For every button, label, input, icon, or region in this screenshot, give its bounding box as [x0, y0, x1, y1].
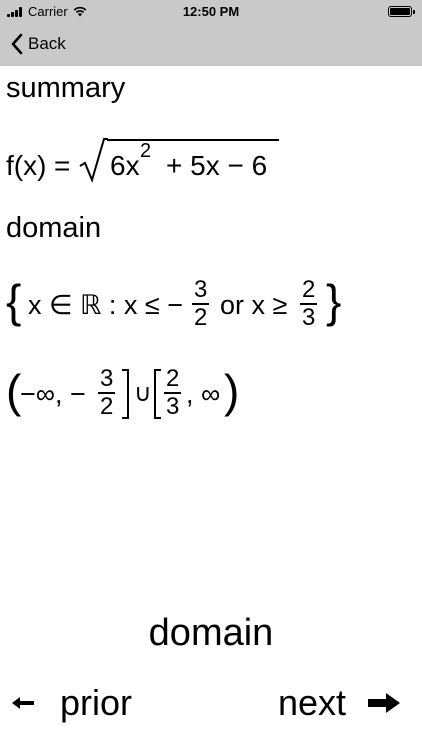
chevron-left-icon: [11, 33, 23, 55]
battery-icon: [388, 6, 415, 17]
right-bracket-icon: [122, 369, 129, 419]
interval-fraction-1: 3 2: [98, 365, 116, 420]
interval-close-paren: ): [224, 365, 240, 417]
left-bracket-icon: [154, 369, 161, 419]
arrow-left-icon: [12, 697, 34, 709]
radicand-exponent: 2: [140, 140, 152, 162]
set-open-brace: {: [6, 275, 22, 327]
domain-set-notation: { x ∈ ℝ : x ≤ − 3 2 or x ≥ 2 3 }: [6, 274, 406, 338]
function-formula: f(x) = 6x 2 + 5x − 6: [6, 136, 406, 186]
back-button[interactable]: Back: [10, 30, 66, 58]
summary-heading: summary: [6, 72, 126, 104]
domain-interval-notation: ( −∞, − 3 2 ∪ 2 3 , ∞ ): [6, 364, 406, 428]
radicand-term: 6x: [110, 150, 140, 181]
sqrt-icon: [79, 138, 108, 184]
back-label: Back: [28, 34, 66, 53]
set-condition: x ∈ ℝ : x ≤ −: [28, 290, 183, 320]
set-or-condition: or x ≥: [220, 290, 288, 320]
set-fraction-2: 2 3: [300, 276, 318, 331]
prior-button[interactable]: prior: [12, 682, 132, 724]
arrow-right-icon: [368, 693, 401, 713]
radical-bar: [107, 139, 279, 141]
radicand-rest: + 5x − 6: [166, 150, 268, 181]
interval-fraction-2: 2 3: [164, 365, 182, 420]
function-equals: =: [54, 150, 71, 181]
interval-union: ∪: [134, 380, 152, 407]
set-fraction-1: 3 2: [192, 276, 210, 331]
interval-right-part: , ∞: [186, 379, 221, 409]
status-time: 12:50 PM: [182, 4, 240, 19]
prior-label: prior: [60, 682, 133, 723]
set-close-brace: }: [326, 275, 342, 327]
next-button[interactable]: next: [278, 682, 401, 724]
domain-heading: domain: [6, 212, 102, 244]
interval-left-part: −∞, −: [20, 379, 86, 409]
navigation-bar: Back: [0, 22, 422, 66]
current-topic-title: domain: [148, 612, 274, 654]
next-label: next: [278, 682, 347, 723]
function-lhs: f(x): [6, 150, 47, 181]
status-bar: Carrier 12:50 PM: [0, 0, 422, 22]
